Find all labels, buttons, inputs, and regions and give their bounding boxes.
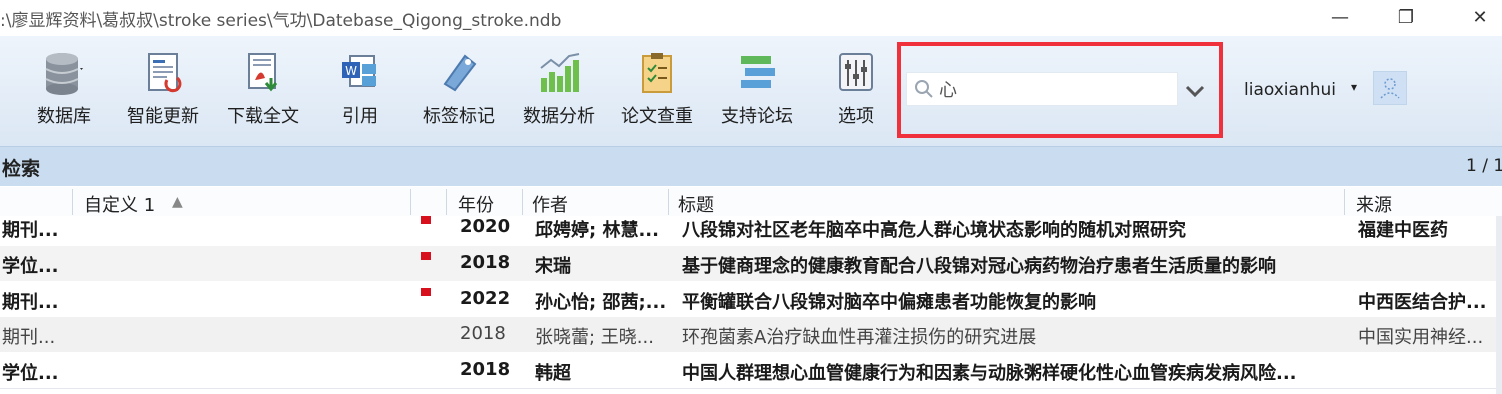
table-row[interactable]: 学位... 2018 宋瑞 基于健商理念的健康教育配合八段锦对冠心病药物治疗患者… [0, 246, 1502, 281]
cite-label: 引用 [342, 106, 378, 127]
smart-update-icon [148, 53, 182, 93]
column-separator [446, 189, 447, 215]
minimize-button[interactable]: — [1318, 4, 1362, 30]
cell-title: 中国人群理想心血管健康行为和因素与动脉粥样硬化性心血管疾病发病风险... [682, 363, 1297, 384]
column-header-author[interactable]: 作者 [532, 191, 568, 217]
cell-title: 环孢菌素A治疗缺血性再灌注损伤的研究进展 [682, 327, 1037, 348]
column-separator [522, 189, 523, 215]
avatar[interactable] [1373, 71, 1407, 105]
column-separator [668, 189, 669, 215]
cell-author: 邱娉婷; 林慧... [535, 220, 659, 241]
database-icon [45, 53, 83, 95]
word-cite-icon: W [342, 55, 376, 87]
database-button[interactable]: 数据库 [30, 46, 98, 138]
cell-author: 宋瑞 [535, 256, 571, 277]
unread-flag-icon [421, 252, 431, 260]
search-input[interactable]: 心 [906, 72, 1178, 106]
download-fulltext-label: 下载全文 [227, 106, 299, 127]
pdf-download-icon [248, 53, 278, 92]
search-section-header: 检索 1 / 13 [0, 147, 1502, 186]
column-header-custom1[interactable]: 自定义 1 [84, 191, 155, 217]
search-dropdown-button[interactable] [1180, 78, 1210, 104]
cell-type: 学位... [2, 256, 59, 277]
cell-year: 2018 [460, 359, 511, 380]
grid-header: 自定义 1 ▲ 年份 作者 标题 来源 [0, 187, 1502, 218]
smart-update-button[interactable]: 智能更新 [120, 46, 206, 138]
plagiarism-check-label: 论文查重 [621, 106, 693, 127]
cell-year: 2022 [460, 288, 511, 309]
column-separator [72, 189, 73, 215]
search-input-value: 心 [939, 80, 957, 101]
cell-author: 张晓蕾; 王晓... [535, 327, 654, 348]
cell-source: 福建中医药 [1358, 220, 1448, 241]
column-header-source[interactable]: 来源 [1356, 191, 1392, 217]
table-row[interactable]: 期刊... 2020 邱娉婷; 林慧... 八段锦对社区老年脑卒中高危人群心境状… [0, 216, 1502, 246]
sliders-icon [839, 53, 873, 91]
cite-button[interactable]: W 引用 [330, 46, 390, 138]
svg-text:W: W [345, 64, 357, 78]
support-forum-button[interactable]: 支持论坛 [714, 46, 800, 138]
close-button[interactable]: ✕ [1458, 4, 1502, 30]
page-indicator: 1 / 13 [1466, 156, 1502, 176]
column-header-year[interactable]: 年份 [458, 191, 494, 217]
cell-title: 八段锦对社区老年脑卒中高危人群心境状态影响的随机对照研究 [682, 220, 1186, 241]
table-row[interactable]: 期刊... 2022 孙心怡; 邵茜;... 平衡罐联合八段锦对脑卒中偏瘫患者功… [0, 282, 1502, 317]
column-separator [1344, 189, 1345, 215]
cell-type: 期刊... [2, 327, 56, 348]
cell-source: 中西医结合护... [1358, 292, 1487, 313]
vertical-scrollbar[interactable] [1496, 216, 1502, 394]
smart-update-label: 智能更新 [127, 106, 199, 127]
user-menu-caret-icon[interactable]: ▾ [1351, 80, 1357, 94]
chevron-down-icon [1185, 85, 1205, 97]
user-name[interactable]: liaoxianhui [1244, 80, 1336, 100]
cell-type: 期刊... [2, 292, 59, 313]
table-row[interactable]: 学位... 2018 韩超 中国人群理想心血管健康行为和因素与动脉粥样硬化性心血… [0, 353, 1502, 388]
cell-year: 2018 [460, 323, 506, 344]
data-analysis-label: 数据分析 [523, 106, 595, 127]
cell-author: 韩超 [535, 363, 571, 384]
database-label: 数据库 [37, 106, 91, 127]
column-separator [410, 189, 411, 215]
restore-button[interactable]: ❐ [1384, 4, 1428, 30]
tag-button[interactable]: 标签标记 [416, 46, 502, 138]
cell-year: 2018 [460, 252, 511, 273]
row-divider [0, 388, 1502, 389]
cell-author: 孙心怡; 邵茜;... [535, 292, 665, 313]
section-title: 检索 [2, 158, 41, 180]
support-forum-label: 支持论坛 [721, 106, 793, 127]
options-label: 选项 [838, 106, 874, 127]
user-icon [1380, 78, 1400, 99]
cell-source: 中国实用神经... [1358, 327, 1484, 348]
bar-chart-icon [540, 53, 580, 92]
column-header-title[interactable]: 标题 [678, 191, 714, 217]
sort-ascending-icon: ▲ [172, 194, 183, 210]
plagiarism-check-button[interactable]: 论文查重 [614, 46, 700, 138]
table-row[interactable]: 期刊... 2018 张晓蕾; 王晓... 环孢菌素A治疗缺血性再灌注损伤的研究… [0, 317, 1502, 352]
cell-year: 2020 [460, 216, 511, 237]
cell-title: 平衡罐联合八段锦对脑卒中偏瘫患者功能恢复的影响 [682, 292, 1096, 313]
data-analysis-button[interactable]: 数据分析 [516, 46, 602, 138]
unread-flag-icon [421, 288, 431, 296]
tag-label: 标签标记 [423, 106, 495, 127]
window-title: :\廖显辉资料\葛叔叔\stroke series\气功\Datebase_Qi… [0, 11, 562, 31]
forum-icon [741, 56, 775, 88]
unread-flag-icon [421, 216, 431, 224]
clipboard-icon [642, 53, 672, 93]
cell-type: 学位... [2, 363, 59, 384]
tag-icon [443, 54, 477, 92]
title-bar: :\廖显辉资料\葛叔叔\stroke series\气功\Datebase_Qi… [0, 0, 1502, 36]
download-fulltext-button[interactable]: 下载全文 [220, 46, 306, 138]
search-icon [915, 80, 933, 98]
cell-title: 基于健商理念的健康教育配合八段锦对冠心病药物治疗患者生活质量的影响 [682, 256, 1276, 277]
cell-type: 期刊... [2, 220, 59, 241]
options-button[interactable]: 选项 [828, 46, 884, 138]
